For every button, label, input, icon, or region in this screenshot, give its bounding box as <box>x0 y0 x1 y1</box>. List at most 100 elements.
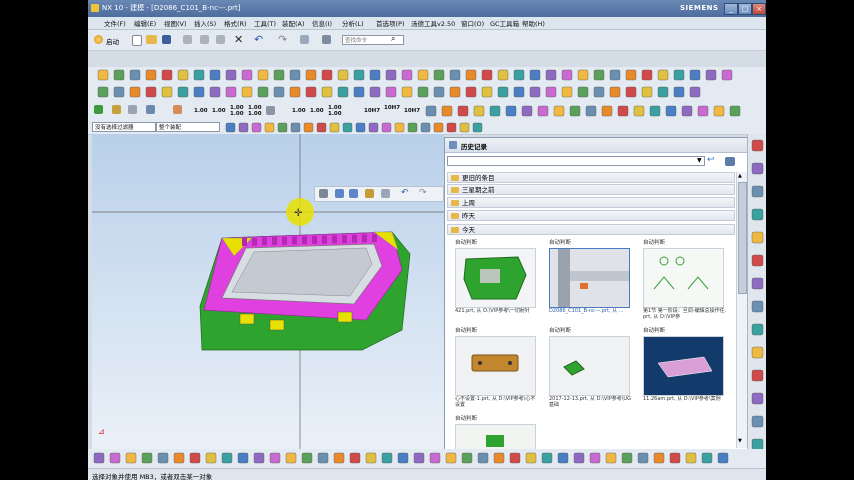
menu-analysis[interactable]: 分析(L) <box>342 18 364 28</box>
menu-format[interactable]: 格式(R) <box>224 18 247 28</box>
toolbar-tool-icon[interactable] <box>251 122 262 133</box>
check-icon[interactable] <box>94 105 103 114</box>
toolbar-tool-icon[interactable] <box>157 452 169 464</box>
copy-icon[interactable] <box>200 35 209 44</box>
toolbar-tool-icon[interactable] <box>553 105 565 117</box>
history-scrollbar[interactable]: ▲ ▼ <box>736 172 747 448</box>
toolbar-tool-icon[interactable] <box>193 86 205 98</box>
toolbar-tool-icon[interactable] <box>369 69 381 81</box>
toolbar-tool-icon[interactable] <box>657 86 669 98</box>
toolbar-tool-icon[interactable] <box>446 122 457 133</box>
dimension-button-4[interactable]: 1.00 1.00 <box>248 105 262 117</box>
toolbar-tool-icon[interactable] <box>407 122 418 133</box>
history-tile[interactable]: 自动判断 2017-12-13.prt, 从 D:\VIP参考\UG基础 <box>547 326 639 412</box>
toolbar-tool-icon[interactable] <box>349 452 361 464</box>
touch-mode-icon[interactable] <box>322 35 331 44</box>
toolbar-tool-icon[interactable] <box>449 69 461 81</box>
resource-tab-icon[interactable] <box>751 392 764 405</box>
tolerance-button-1[interactable]: 10H7 <box>364 108 380 114</box>
toolbar-tool-icon[interactable] <box>689 86 701 98</box>
toolbar-tool-icon[interactable] <box>290 122 301 133</box>
toolbar-tool-icon[interactable] <box>545 86 557 98</box>
toolbar-tool-icon[interactable] <box>333 452 345 464</box>
toolbar-tool-icon[interactable] <box>97 69 109 81</box>
toolbar-tool-icon[interactable] <box>221 452 233 464</box>
toolbar-tool-icon[interactable] <box>657 69 669 81</box>
resource-tab-icon[interactable] <box>751 369 764 382</box>
resource-tab-icon[interactable] <box>751 277 764 290</box>
toolbar-tool-icon[interactable] <box>289 86 301 98</box>
snap-point-icons[interactable] <box>224 121 494 134</box>
toolbar-tool-icon[interactable] <box>225 122 236 133</box>
toolbar-tool-icon[interactable] <box>225 86 237 98</box>
toolbar-tool-icon[interactable] <box>513 86 525 98</box>
toolbar-tool-icon[interactable] <box>420 122 431 133</box>
toolbar-tool-icon[interactable] <box>177 69 189 81</box>
toolbar-tool-icon[interactable] <box>97 86 109 98</box>
toolbar-tool-icon[interactable] <box>569 105 581 117</box>
search-icon[interactable]: ⌕ <box>391 34 395 44</box>
undo-icon[interactable]: ↶ <box>254 33 263 46</box>
modeling-tools-icons[interactable] <box>88 67 766 84</box>
toolbar-tool-icon[interactable] <box>505 105 517 117</box>
menu-window[interactable]: 窗口(O) <box>461 18 484 28</box>
toolbar-tool-icon[interactable] <box>449 86 461 98</box>
history-tile[interactable]: 自动判断 第1节 第一阶段：旦调-编辑总操作任.prt, 从 D:\VIP参 <box>641 238 733 324</box>
toolbar-tool-icon[interactable] <box>173 452 185 464</box>
toolbar-tool-icon[interactable] <box>545 69 557 81</box>
toolbar-tool-icon[interactable] <box>177 86 189 98</box>
history-group-last-week[interactable]: 上周 <box>447 197 735 208</box>
toolbar-tool-icon[interactable] <box>577 86 589 98</box>
history-group-older[interactable]: 更旧的条目 <box>447 172 735 183</box>
toolbar-tool-icon[interactable] <box>269 452 281 464</box>
tolerance-button-2[interactable]: 10H7 <box>384 105 400 111</box>
toolbar-tool-icon[interactable] <box>305 86 317 98</box>
toolbar-tool-icon[interactable] <box>161 69 173 81</box>
delete-icon[interactable]: ✕ <box>234 33 243 46</box>
toolbar-tool-icon[interactable] <box>161 86 173 98</box>
resource-tab-icon[interactable] <box>751 346 764 359</box>
rotate-icon[interactable] <box>335 189 344 198</box>
toolbar-tool-icon[interactable] <box>429 452 441 464</box>
history-filter-select[interactable] <box>447 156 705 166</box>
toolbar-tool-icon[interactable] <box>109 452 121 464</box>
zoom-icon[interactable] <box>365 189 374 198</box>
toolbar-tool-icon[interactable] <box>205 452 217 464</box>
toolbar-tool-icon[interactable] <box>713 105 725 117</box>
menu-preferences[interactable]: 首选项(P) <box>376 18 405 28</box>
toolbar-tool-icon[interactable] <box>593 86 605 98</box>
toolbar-tool-icon[interactable] <box>113 86 125 98</box>
toolbar-tool-icon[interactable] <box>425 105 437 117</box>
toolbar-tool-icon[interactable] <box>264 122 275 133</box>
menu-assembly[interactable]: 装配(A) <box>282 18 305 28</box>
toolbar-tool-icon[interactable] <box>316 122 327 133</box>
dimension-button-1[interactable]: 1.00 <box>194 108 208 114</box>
menu-help[interactable]: 帮助(H) <box>522 18 545 28</box>
tolerance-button-3[interactable]: 10H7 <box>404 108 420 114</box>
toolbar-tool-icon[interactable] <box>665 105 677 117</box>
toolbar-tool-icon[interactable] <box>601 105 613 117</box>
toolbar-tool-icon[interactable] <box>225 69 237 81</box>
resource-tab-icon[interactable] <box>751 323 764 336</box>
toolbar-tool-icon[interactable] <box>649 105 661 117</box>
toolbar-tool-icon[interactable] <box>513 69 525 81</box>
toolbar-tool-icon[interactable] <box>401 69 413 81</box>
toolbar-tool-icon[interactable] <box>625 69 637 81</box>
toolbar-tool-icon[interactable] <box>433 86 445 98</box>
toolbar-tool-icon[interactable] <box>605 452 617 464</box>
toolbar-tool-icon[interactable] <box>209 69 221 81</box>
toolbar-tool-icon[interactable] <box>289 69 301 81</box>
toolbar-tool-icon[interactable] <box>561 86 573 98</box>
history-group-today[interactable]: 今天 <box>447 224 735 235</box>
toolbar-tool-icon[interactable] <box>417 86 429 98</box>
redo-view-icon[interactable]: ↷ <box>419 188 427 198</box>
history-tile[interactable]: 自动判断 心不设置-1.prt, 从 D:\VIP参考\心不设置 <box>453 326 545 412</box>
toolbar-tool-icon[interactable] <box>273 69 285 81</box>
toolbar-tool-icon[interactable] <box>493 452 505 464</box>
hand-icon[interactable] <box>173 105 182 114</box>
toolbar-tool-icon[interactable] <box>621 452 633 464</box>
new-file-icon[interactable] <box>132 35 142 46</box>
graphics-window[interactable]: ✛ ⊿ ↶ ↷ <box>92 134 444 472</box>
toolbar-tool-icon[interactable] <box>633 105 645 117</box>
toolbar-tool-icon[interactable] <box>541 452 553 464</box>
